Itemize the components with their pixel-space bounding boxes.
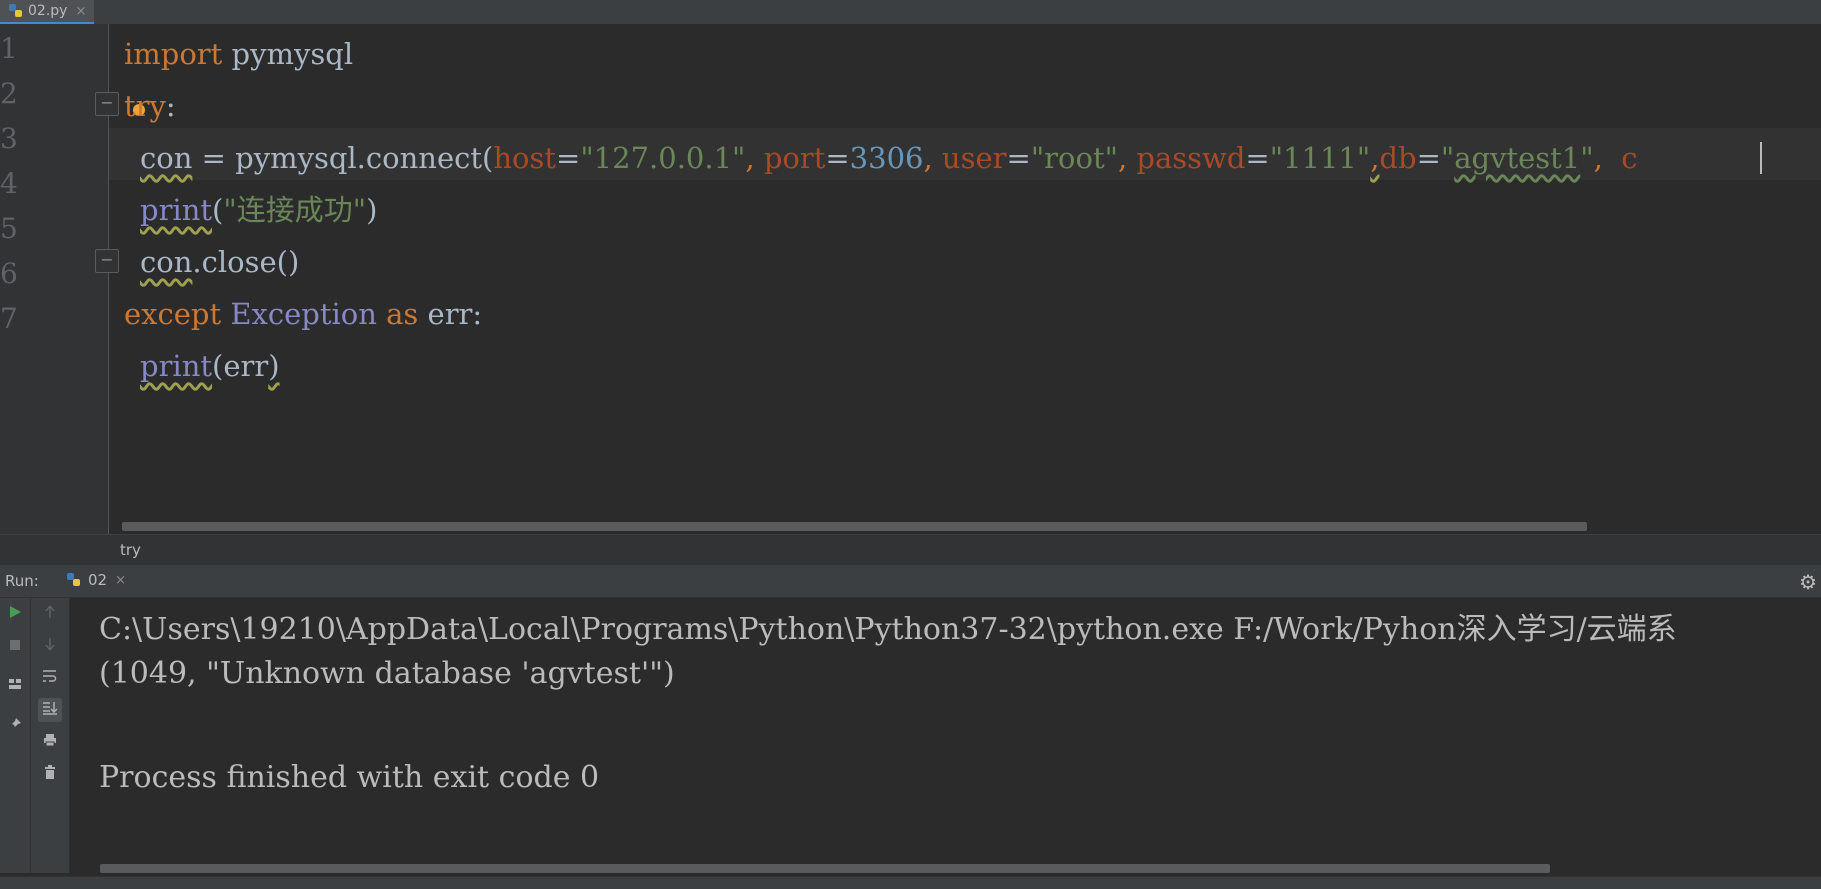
close-icon[interactable]: ×	[115, 573, 126, 588]
run-toolbar-primary	[0, 598, 31, 873]
editor-tab-02py[interactable]: 02.py ×	[0, 0, 95, 24]
code-line-3: con = pymysql.connect(host="127.0.0.1", …	[140, 132, 1638, 184]
run-tab-label: 02	[88, 571, 108, 589]
code-param: port	[763, 141, 826, 175]
up-arrow-icon[interactable]	[38, 602, 62, 626]
run-label: Run:	[5, 572, 39, 590]
code-line-7: print(err)	[140, 340, 280, 392]
code-text: = pymysql.connect(	[192, 141, 494, 175]
down-arrow-icon[interactable]	[38, 634, 62, 658]
line-number: 6	[0, 257, 18, 290]
keyword: as	[376, 297, 419, 331]
code-param: user	[941, 141, 1007, 175]
code-var: con	[140, 245, 193, 279]
code-string: "	[1440, 141, 1455, 175]
code-text: err:	[418, 297, 483, 331]
code-number: 3306	[849, 141, 924, 175]
code-text: (err	[212, 349, 269, 383]
code-line-2: try:	[124, 80, 176, 132]
fold-collapse-icon[interactable]: −	[95, 92, 119, 116]
code-text: pymysql	[222, 37, 354, 71]
code-string: "	[1580, 141, 1594, 175]
code-text: )	[268, 349, 280, 383]
code-string: "127.0.0.1"	[580, 141, 746, 175]
code-line-5: con.close()	[140, 236, 299, 288]
code-editor[interactable]: 1 2 3 4 5 6 7 − − import pymysql try: co…	[0, 24, 1821, 534]
code-text: =	[556, 141, 581, 175]
code-sep: ,	[745, 141, 764, 175]
scroll-to-end-icon[interactable]	[38, 698, 62, 722]
line-gutter: 1 2 3 4 5 6 7 − −	[0, 24, 119, 534]
editor-tab-label: 02.py	[28, 3, 68, 19]
pin-icon[interactable]	[3, 714, 27, 738]
code-line-6: except Exception as err:	[124, 288, 482, 340]
line-number: 4	[0, 167, 18, 200]
console-line: C:\Users\19210\AppData\Local\Programs\Py…	[99, 612, 1677, 647]
run-icon[interactable]	[3, 602, 27, 626]
code-sep: ,	[923, 141, 942, 175]
code-text: (	[212, 193, 224, 227]
line-number: 5	[0, 212, 18, 245]
code-var: con	[140, 141, 193, 175]
gear-icon[interactable]: ⚙	[1799, 570, 1817, 594]
print-icon[interactable]	[38, 730, 62, 754]
run-toolbar-secondary	[31, 598, 70, 873]
code-text: )	[366, 193, 378, 227]
breadcrumb: try	[0, 534, 1821, 565]
code-sep: ,	[1593, 141, 1622, 175]
run-tab-02[interactable]: 02 ×	[58, 565, 134, 595]
keyword: except	[124, 297, 222, 331]
code-string: "root"	[1030, 141, 1118, 175]
text-caret	[1760, 142, 1762, 174]
code-text: =	[1416, 141, 1441, 175]
code-sep: ,	[1117, 141, 1137, 175]
code-text: =	[825, 141, 850, 175]
status-bar	[0, 876, 1821, 889]
code-text: :	[165, 89, 176, 123]
console-line: (1049, "Unknown database 'agvtest'")	[99, 656, 675, 691]
code-line-4: print("连接成功")	[140, 184, 377, 236]
python-run-config-icon	[67, 573, 80, 586]
python-file-icon	[9, 4, 22, 17]
run-panel-header: Run: 02 × ⚙	[0, 565, 1821, 598]
console-horizontal-scrollbar[interactable]	[100, 864, 1550, 873]
code-string: "1111"	[1269, 141, 1371, 175]
code-line-1: import pymysql	[124, 28, 353, 80]
soft-wrap-icon[interactable]	[38, 666, 62, 690]
code-text: .close()	[192, 245, 300, 279]
code-text: =	[1245, 141, 1270, 175]
close-icon[interactable]: ×	[75, 4, 86, 19]
code-param: host	[493, 141, 557, 175]
line-number: 1	[0, 32, 18, 65]
editor-horizontal-scrollbar[interactable]	[122, 522, 1587, 531]
keyword: try	[124, 89, 166, 123]
editor-tab-bar: 02.py ×	[0, 0, 1821, 25]
code-string: "连接成功"	[223, 193, 367, 227]
stop-icon[interactable]	[3, 634, 27, 658]
code-text: =	[1006, 141, 1031, 175]
run-console[interactable]: C:\Users\19210\AppData\Local\Programs\Py…	[70, 598, 1821, 873]
line-number: 2	[0, 77, 18, 110]
code-builtin: print	[140, 193, 213, 227]
trash-icon[interactable]	[38, 762, 62, 786]
keyword: import	[124, 37, 223, 71]
line-number: 7	[0, 302, 18, 335]
breadcrumb-item-try[interactable]: try	[120, 541, 141, 559]
code-param: passwd	[1136, 141, 1246, 175]
code-builtin: Exception	[221, 297, 377, 331]
code-param: c	[1621, 141, 1638, 175]
line-number: 3	[0, 122, 18, 155]
code-builtin: print	[140, 349, 213, 383]
fold-end-icon[interactable]: −	[95, 249, 119, 273]
console-line: Process finished with exit code 0	[99, 760, 600, 795]
code-string: agvtest1	[1454, 141, 1581, 175]
code-param: db	[1379, 141, 1417, 175]
layout-icon[interactable]	[3, 674, 27, 698]
